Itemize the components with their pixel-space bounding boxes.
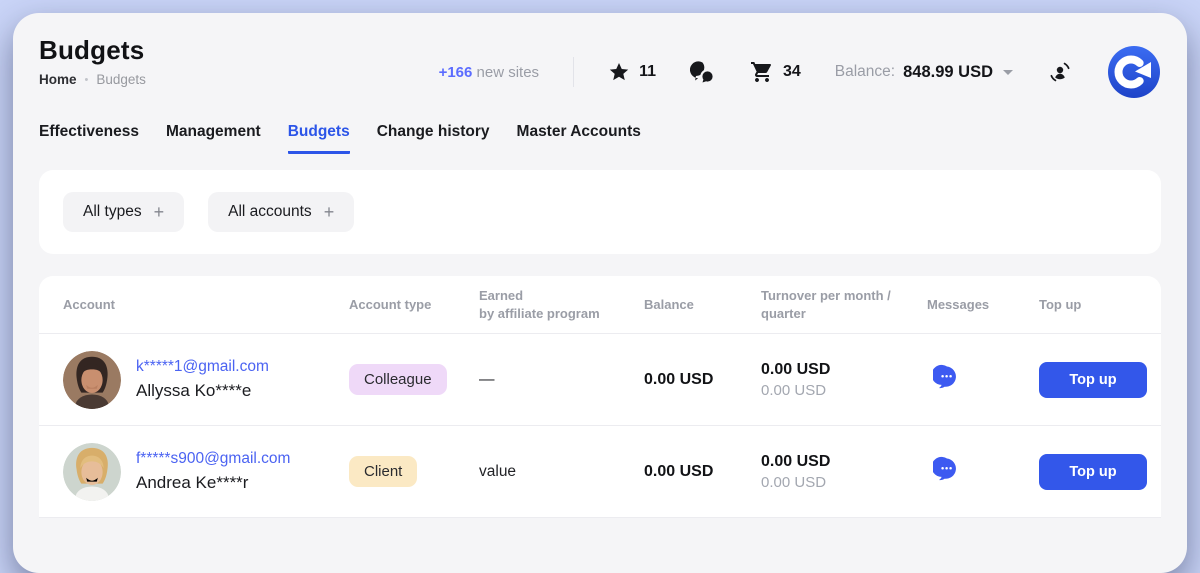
title-block: Budgets Home • Budgets: [39, 35, 239, 87]
favorites-stat[interactable]: 11: [608, 61, 656, 83]
account-type-cell: Colleague: [349, 364, 479, 395]
balance-label: Balance:: [835, 63, 895, 81]
account-identity: f*****s900@gmail.com Andrea Ke****r: [136, 450, 290, 493]
cart-stat[interactable]: 34: [750, 60, 801, 84]
table-header-row: Account Account type Earned by affiliate…: [39, 276, 1161, 334]
col-messages: Messages: [927, 296, 1039, 314]
message-bubble-icon[interactable]: [933, 456, 960, 486]
account-name: Andrea Ke****r: [136, 473, 290, 493]
header-actions: +166 new sites 11: [439, 45, 1161, 99]
earned-cell: —: [479, 371, 644, 389]
new-sites-count: +166: [439, 64, 473, 81]
support-chat[interactable]: [690, 59, 716, 85]
account-switch-icon[interactable]: [1047, 59, 1073, 85]
topup-button[interactable]: Top up: [1039, 362, 1147, 398]
page-header: Budgets Home • Budgets +166 new sites 11: [13, 13, 1187, 99]
balance-cell: 0.00 USD: [644, 371, 761, 389]
earned-cell: value: [479, 463, 644, 481]
col-account-type: Account type: [349, 296, 479, 314]
filter-all-accounts-label: All accounts: [228, 203, 312, 221]
account-cell: k*****1@gmail.com Allyssa Ko****e: [63, 351, 349, 409]
topup-button[interactable]: Top up: [1039, 454, 1147, 490]
tab-change-history[interactable]: Change history: [377, 123, 490, 154]
tab-budgets[interactable]: Budgets: [288, 123, 350, 154]
messages-cell: [927, 456, 1039, 488]
new-sites-indicator[interactable]: +166 new sites: [439, 64, 540, 81]
account-type-badge: Client: [349, 456, 417, 487]
balance-cell: 0.00 USD: [644, 463, 761, 481]
plus-icon: +: [324, 203, 335, 221]
tab-master-accounts[interactable]: Master Accounts: [517, 123, 641, 154]
filter-bar: All types + All accounts +: [39, 170, 1161, 254]
plus-icon: +: [154, 203, 165, 221]
favorites-count: 11: [639, 63, 656, 81]
budgets-table: Account Account type Earned by affiliate…: [39, 276, 1161, 518]
account-email-link[interactable]: f*****s900@gmail.com: [136, 450, 290, 468]
cart-icon: [750, 60, 774, 84]
account-type-badge: Colleague: [349, 364, 447, 395]
balance-value: 848.99 USD: [903, 63, 993, 82]
turnover-month: 0.00 USD: [761, 453, 927, 471]
col-account: Account: [63, 296, 349, 314]
col-turnover: Turnover per month / quarter: [761, 287, 927, 322]
app-window: Budgets Home • Budgets +166 new sites 11: [13, 13, 1187, 573]
account-email-link[interactable]: k*****1@gmail.com: [136, 358, 269, 376]
breadcrumb-current: Budgets: [96, 72, 146, 87]
avatar: [63, 443, 121, 501]
topup-cell: Top up: [1039, 362, 1147, 398]
message-bubble-icon[interactable]: [933, 364, 960, 394]
filter-all-accounts[interactable]: All accounts +: [208, 192, 354, 232]
account-cell: f*****s900@gmail.com Andrea Ke****r: [63, 443, 349, 501]
table-row: f*****s900@gmail.com Andrea Ke****r Clie…: [39, 426, 1161, 518]
tab-effectiveness[interactable]: Effectiveness: [39, 123, 139, 154]
tab-management[interactable]: Management: [166, 123, 261, 154]
turnover-cell: 0.00 USD 0.00 USD: [761, 361, 927, 399]
brand-logo[interactable]: [1107, 45, 1161, 99]
table-row: k*****1@gmail.com Allyssa Ko****e Collea…: [39, 334, 1161, 426]
filter-all-types[interactable]: All types +: [63, 192, 184, 232]
filter-all-types-label: All types: [83, 203, 142, 221]
turnover-cell: 0.00 USD 0.00 USD: [761, 453, 927, 491]
turnover-month: 0.00 USD: [761, 361, 927, 379]
col-topup: Top up: [1039, 296, 1139, 314]
topup-cell: Top up: [1039, 454, 1147, 490]
tab-bar: Effectiveness Management Budgets Change …: [13, 123, 1187, 154]
cart-count: 34: [783, 63, 801, 81]
account-name: Allyssa Ko****e: [136, 381, 269, 401]
messages-cell: [927, 364, 1039, 396]
turnover-quarter: 0.00 USD: [761, 474, 927, 491]
new-sites-label: new sites: [477, 64, 540, 81]
col-earned: Earned by affiliate program: [479, 287, 644, 322]
balance-selector[interactable]: Balance: 848.99 USD: [835, 63, 1013, 82]
header-divider: [573, 57, 574, 87]
avatar: [63, 351, 121, 409]
chevron-down-icon: [1003, 70, 1013, 75]
chat-bubbles-icon: [690, 59, 716, 85]
breadcrumb: Home • Budgets: [39, 72, 239, 87]
star-icon: [608, 61, 630, 83]
account-identity: k*****1@gmail.com Allyssa Ko****e: [136, 358, 269, 401]
breadcrumb-home[interactable]: Home: [39, 72, 77, 87]
col-balance: Balance: [644, 296, 761, 314]
account-type-cell: Client: [349, 456, 479, 487]
breadcrumb-separator: •: [85, 74, 89, 86]
page-title: Budgets: [39, 35, 239, 66]
turnover-quarter: 0.00 USD: [761, 382, 927, 399]
